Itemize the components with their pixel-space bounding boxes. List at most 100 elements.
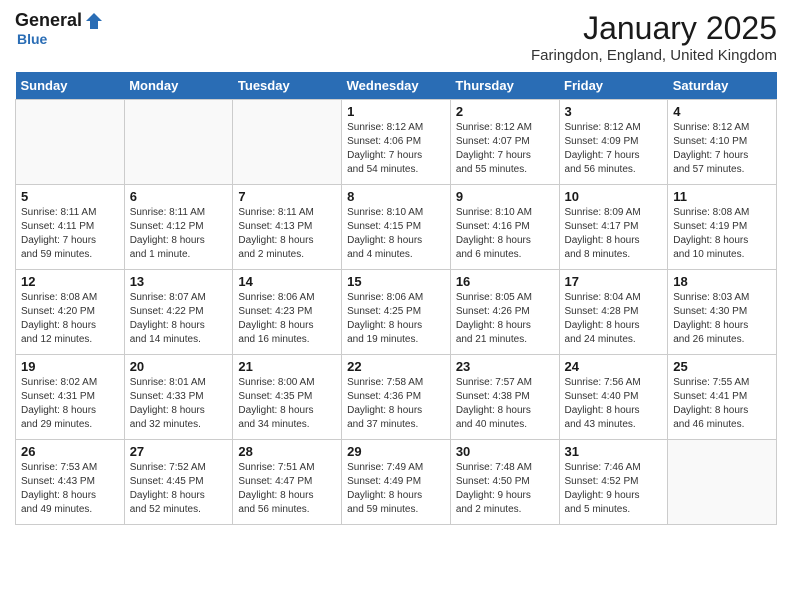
day-info: Sunrise: 8:04 AM Sunset: 4:28 PM Dayligh… [565,291,663,347]
calendar-cell [233,100,342,185]
logo-icon [84,11,104,31]
weekday-header-friday: Friday [559,72,668,100]
weekday-header-row: SundayMondayTuesdayWednesdayThursdayFrid… [16,72,777,100]
day-number: 11 [673,189,771,204]
day-number: 27 [130,444,228,459]
calendar-cell: 30Sunrise: 7:48 AM Sunset: 4:50 PM Dayli… [450,440,559,525]
day-info: Sunrise: 7:46 AM Sunset: 4:52 PM Dayligh… [565,461,663,517]
calendar-cell: 10 Sunrise: 8:09 AM Sunset: 4:17 PM Dayli… [559,185,668,270]
calendar-cell: 5Sunrise: 8:11 AM Sunset: 4:11 PM Daylig… [16,185,125,270]
title-block: January 2025 Faringdon, England, United … [531,10,777,64]
calendar-cell: 29 Sunrise: 7:49 AM Sunset: 4:49 PM Dayli… [342,440,451,525]
day-info: Sunrise: 8:11 AM Sunset: 4:12 PM Dayligh… [130,206,228,262]
day-info: Sunrise: 7:58 AM Sunset: 4:36 PM Dayligh… [347,376,445,432]
calendar-cell [16,100,125,185]
day-number: 15 [347,274,445,289]
calendar-table: SundayMondayTuesdayWednesdayThursdayFrid… [15,72,777,525]
day-number: 17 [565,274,663,289]
calendar-cell: 26 Sunrise: 7:53 AM Sunset: 4:43 PM Dayli… [16,440,125,525]
day-info: Sunrise: 8:01 AM Sunset: 4:33 PM Dayligh… [130,376,228,432]
day-number: 3 [565,104,663,119]
day-info: Sunrise: 8:07 AM Sunset: 4:22 PM Dayligh… [130,291,228,347]
calendar-cell: 18 Sunrise: 8:03 AM Sunset: 4:30 PM Dayli… [668,270,777,355]
page-container: General Blue January 2025 Faringdon, Eng… [0,0,792,540]
day-info: Sunrise: 7:49 AM Sunset: 4:49 PM Dayligh… [347,461,445,517]
calendar-cell: 1 Sunrise: 8:12 AM Sunset: 4:06 PM Daylig… [342,100,451,185]
day-info: Sunrise: 7:53 AM Sunset: 4:43 PM Dayligh… [21,461,119,517]
day-info: Sunrise: 8:09 AM Sunset: 4:17 PM Dayligh… [565,206,663,262]
day-number: 19 [21,359,119,374]
day-info: Sunrise: 8:02 AM Sunset: 4:31 PM Dayligh… [21,376,119,432]
calendar-cell: 23Sunrise: 7:57 AM Sunset: 4:38 PM Dayli… [450,355,559,440]
calendar-cell: 24Sunrise: 7:56 AM Sunset: 4:40 PM Dayli… [559,355,668,440]
day-number: 25 [673,359,771,374]
day-info: Sunrise: 8:12 AM Sunset: 4:07 PM Dayligh… [456,121,554,177]
weekday-header-thursday: Thursday [450,72,559,100]
weekday-header-wednesday: Wednesday [342,72,451,100]
day-number: 21 [238,359,336,374]
calendar-cell: 4Sunrise: 8:12 AM Sunset: 4:10 PM Daylig… [668,100,777,185]
weekday-header-saturday: Saturday [668,72,777,100]
logo: General Blue [15,10,104,47]
header: General Blue January 2025 Faringdon, Eng… [15,10,777,64]
calendar-cell: 20 Sunrise: 8:01 AM Sunset: 4:33 PM Dayli… [124,355,233,440]
calendar-cell: 15Sunrise: 8:06 AM Sunset: 4:25 PM Dayli… [342,270,451,355]
day-info: Sunrise: 8:12 AM Sunset: 4:06 PM Dayligh… [347,121,445,177]
calendar-cell: 28 Sunrise: 7:51 AM Sunset: 4:47 PM Dayli… [233,440,342,525]
day-info: Sunrise: 8:10 AM Sunset: 4:16 PM Dayligh… [456,206,554,262]
calendar-cell: 17 Sunrise: 8:04 AM Sunset: 4:28 PM Dayli… [559,270,668,355]
day-info: Sunrise: 8:03 AM Sunset: 4:30 PM Dayligh… [673,291,771,347]
day-number: 12 [21,274,119,289]
day-info: Sunrise: 8:11 AM Sunset: 4:13 PM Dayligh… [238,206,336,262]
day-number: 23 [456,359,554,374]
day-info: Sunrise: 7:51 AM Sunset: 4:47 PM Dayligh… [238,461,336,517]
day-number: 2 [456,104,554,119]
day-number: 9 [456,189,554,204]
weekday-header-tuesday: Tuesday [233,72,342,100]
day-number: 14 [238,274,336,289]
calendar-cell: 31 Sunrise: 7:46 AM Sunset: 4:52 PM Dayli… [559,440,668,525]
day-info: Sunrise: 8:10 AM Sunset: 4:15 PM Dayligh… [347,206,445,262]
day-number: 28 [238,444,336,459]
week-row-2: 5Sunrise: 8:11 AM Sunset: 4:11 PM Daylig… [16,185,777,270]
location-title: Faringdon, England, United Kingdom [531,47,777,64]
day-number: 18 [673,274,771,289]
day-number: 10 [565,189,663,204]
calendar-cell: 2 Sunrise: 8:12 AM Sunset: 4:07 PM Daylig… [450,100,559,185]
day-number: 16 [456,274,554,289]
calendar-cell: 14 Sunrise: 8:06 AM Sunset: 4:23 PM Dayli… [233,270,342,355]
calendar-cell [668,440,777,525]
week-row-1: 1 Sunrise: 8:12 AM Sunset: 4:06 PM Daylig… [16,100,777,185]
day-info: Sunrise: 7:55 AM Sunset: 4:41 PM Dayligh… [673,376,771,432]
calendar-cell: 21 Sunrise: 8:00 AM Sunset: 4:35 PM Dayli… [233,355,342,440]
week-row-4: 19 Sunrise: 8:02 AM Sunset: 4:31 PM Dayli… [16,355,777,440]
day-number: 26 [21,444,119,459]
day-number: 31 [565,444,663,459]
calendar-cell: 27 Sunrise: 7:52 AM Sunset: 4:45 PM Dayli… [124,440,233,525]
day-number: 1 [347,104,445,119]
day-info: Sunrise: 7:52 AM Sunset: 4:45 PM Dayligh… [130,461,228,517]
week-row-5: 26 Sunrise: 7:53 AM Sunset: 4:43 PM Dayli… [16,440,777,525]
calendar-cell: 7Sunrise: 8:11 AM Sunset: 4:13 PM Daylig… [233,185,342,270]
day-info: Sunrise: 8:08 AM Sunset: 4:20 PM Dayligh… [21,291,119,347]
day-info: Sunrise: 8:12 AM Sunset: 4:09 PM Dayligh… [565,121,663,177]
day-info: Sunrise: 8:11 AM Sunset: 4:11 PM Dayligh… [21,206,119,262]
calendar-cell: 9 Sunrise: 8:10 AM Sunset: 4:16 PM Daylig… [450,185,559,270]
calendar-cell [124,100,233,185]
day-info: Sunrise: 8:08 AM Sunset: 4:19 PM Dayligh… [673,206,771,262]
calendar-cell: 25 Sunrise: 7:55 AM Sunset: 4:41 PM Dayli… [668,355,777,440]
calendar-cell: 19 Sunrise: 8:02 AM Sunset: 4:31 PM Dayli… [16,355,125,440]
day-number: 22 [347,359,445,374]
day-number: 20 [130,359,228,374]
calendar-cell: 12 Sunrise: 8:08 AM Sunset: 4:20 PM Dayli… [16,270,125,355]
day-info: Sunrise: 8:00 AM Sunset: 4:35 PM Dayligh… [238,376,336,432]
logo-blue-label: Blue [17,31,47,47]
day-number: 29 [347,444,445,459]
calendar-cell: 8Sunrise: 8:10 AM Sunset: 4:15 PM Daylig… [342,185,451,270]
day-number: 13 [130,274,228,289]
day-info: Sunrise: 8:06 AM Sunset: 4:23 PM Dayligh… [238,291,336,347]
weekday-header-sunday: Sunday [16,72,125,100]
week-row-3: 12 Sunrise: 8:08 AM Sunset: 4:20 PM Dayli… [16,270,777,355]
calendar-cell: 13 Sunrise: 8:07 AM Sunset: 4:22 PM Dayli… [124,270,233,355]
calendar-cell: 11 Sunrise: 8:08 AM Sunset: 4:19 PM Dayli… [668,185,777,270]
